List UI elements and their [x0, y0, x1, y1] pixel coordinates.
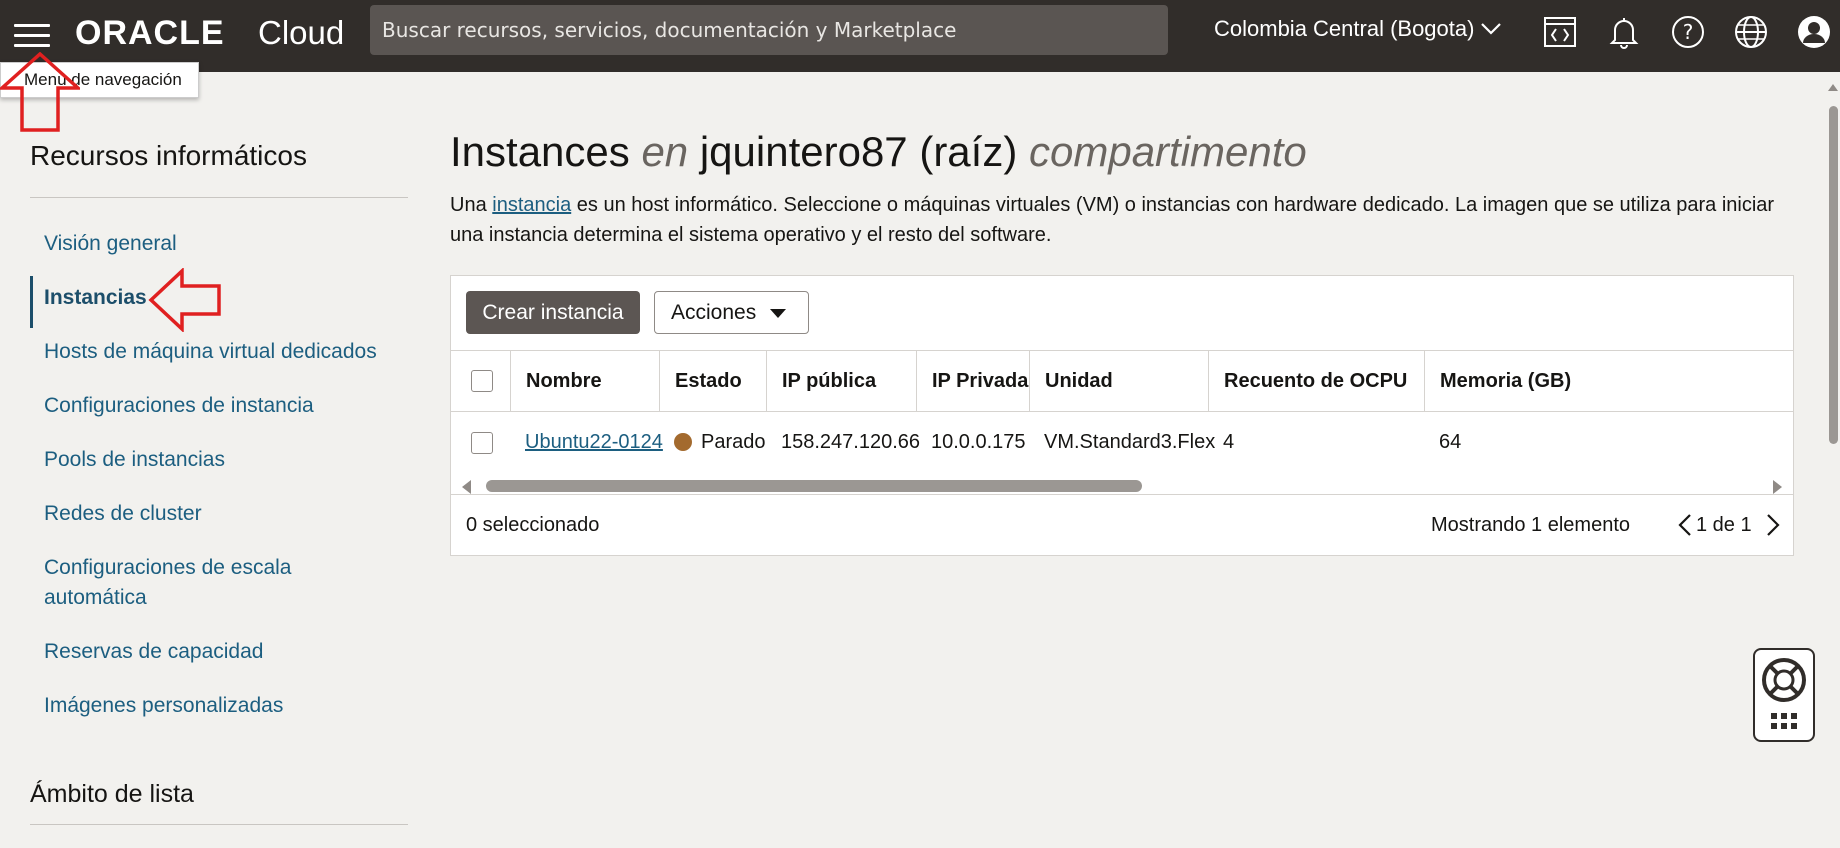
table-header-row: Nombre Estado IP pública IP Privada Unid… — [451, 350, 1793, 412]
top-bar: ORACLE Cloud Buscar recursos, servicios,… — [0, 0, 1840, 72]
create-instance-button[interactable]: Crear instancia — [466, 291, 640, 334]
scope-divider — [30, 824, 408, 825]
table-footer: 0 seleccionado Mostrando 1 elemento 1 de… — [451, 494, 1793, 556]
column-header-status[interactable]: Estado — [659, 351, 766, 411]
page-title: Instances en jquintero87 (raíz) comparti… — [450, 128, 1307, 176]
instance-private-ip: 10.0.0.175 — [931, 431, 1026, 453]
region-label: Colombia Central (Bogota) — [1214, 16, 1475, 41]
lifebuoy-icon — [1762, 658, 1806, 729]
sidebar-active-indicator — [30, 276, 33, 328]
horizontal-scrollbar[interactable] — [451, 474, 1793, 494]
instance-name-cell: Ubuntu22-0124 — [510, 412, 663, 472]
instance-memory: 64 — [1439, 431, 1462, 453]
sidebar-divider — [30, 197, 408, 198]
red-arrow-left-annotation — [148, 268, 221, 332]
instance-doc-link[interactable]: instancia — [492, 194, 571, 216]
user-icon[interactable] — [1796, 14, 1832, 50]
scroll-up-icon[interactable] — [1828, 84, 1838, 91]
instance-shape: VM.Standard3.Flex — [1044, 431, 1216, 453]
page-description: Una instancia es un host informático. Se… — [450, 190, 1790, 250]
sidebar-item-custom-images[interactable]: Imágenes personalizadas — [44, 691, 283, 721]
help-support-widget[interactable] — [1753, 648, 1815, 742]
actions-label: Acciones — [671, 300, 757, 324]
instance-name-link[interactable]: Ubuntu22-0124 — [525, 431, 663, 453]
selected-count: 0 seleccionado — [466, 514, 600, 536]
row-checkbox[interactable] — [471, 432, 493, 454]
title-suffix: compartimento — [1029, 128, 1307, 175]
horizontal-scroll-thumb[interactable] — [486, 480, 1142, 492]
sidebar-item-dedicated-vm-hosts[interactable]: Hosts de máquina virtual dedicados — [44, 337, 377, 367]
column-header-memory[interactable]: Memoria (GB) — [1424, 351, 1594, 411]
table-row: Ubuntu22-0124 Parado 158.247.120.66 10.0… — [451, 412, 1793, 472]
sidebar-item-instance-configurations[interactable]: Configuraciones de instancia — [44, 391, 314, 421]
column-header-name[interactable]: Nombre — [510, 351, 659, 411]
status-stopped-icon — [674, 433, 692, 451]
bell-icon[interactable] — [1606, 14, 1642, 50]
help-icon[interactable]: ? — [1670, 14, 1706, 50]
list-scope-title: Ámbito de lista — [30, 780, 194, 808]
chevron-right-icon[interactable] — [1761, 513, 1783, 537]
sidebar-item-instance-pools[interactable]: Pools de instancias — [44, 445, 225, 475]
region-selector[interactable]: Colombia Central (Bogota) — [1214, 16, 1502, 42]
column-header-public-ip[interactable]: IP pública — [766, 351, 916, 411]
oracle-logo[interactable]: ORACLE — [75, 14, 225, 53]
column-header-ocpu-count[interactable]: Recuento de OCPU — [1208, 351, 1424, 411]
chevron-left-icon[interactable] — [1675, 513, 1697, 537]
actions-menu-button[interactable]: Acciones — [654, 291, 809, 334]
scroll-right-icon[interactable] — [1773, 480, 1782, 494]
chevron-down-icon — [1480, 20, 1502, 41]
desc-after: es un host informático. Seleccione o máq… — [450, 194, 1775, 246]
sidebar-item-cluster-networks[interactable]: Redes de cluster — [44, 499, 202, 529]
desc-before: Una — [450, 194, 487, 216]
sidebar-item-autoscaling-configurations[interactable]: Configuraciones de escala automática — [44, 553, 344, 613]
red-arrow-up-annotation — [0, 52, 80, 132]
code-editor-icon[interactable] — [1542, 14, 1578, 50]
sidebar-item-instances[interactable]: Instancias — [44, 283, 147, 313]
title-compartment: jquintero87 (raíz) — [699, 128, 1018, 175]
sidebar-item-overview[interactable]: Visión general — [44, 229, 177, 259]
column-header-shape[interactable]: Unidad — [1029, 351, 1208, 411]
instances-panel: Crear instancia Acciones Nombre Estado I… — [450, 275, 1794, 556]
showing-count: Mostrando 1 elemento — [1431, 514, 1631, 536]
sidebar: Recursos informáticos Visión general Ins… — [0, 72, 420, 848]
page-vertical-scrollbar[interactable] — [1826, 78, 1840, 848]
column-header-private-ip[interactable]: IP Privada — [916, 351, 1029, 411]
sidebar-title: Recursos informáticos — [30, 140, 307, 171]
scroll-left-icon[interactable] — [462, 480, 471, 494]
search-input[interactable]: Buscar recursos, servicios, documentació… — [370, 5, 1168, 55]
select-all-checkbox[interactable] — [471, 370, 493, 392]
pager-status: 1 de 1 — [1696, 514, 1752, 536]
svg-text:?: ? — [1683, 20, 1694, 44]
title-resource: Instances — [450, 128, 630, 175]
instance-status-cell: Parado — [659, 412, 766, 472]
caret-down-icon — [770, 309, 786, 318]
globe-icon[interactable] — [1733, 14, 1769, 50]
hamburger-menu-icon[interactable] — [14, 18, 50, 54]
vertical-scroll-thumb[interactable] — [1829, 106, 1838, 444]
title-preposition: en — [641, 128, 689, 175]
cloud-logo-text[interactable]: Cloud — [258, 14, 344, 52]
instance-public-ip: 158.247.120.66 — [781, 431, 921, 453]
instance-status: Parado — [701, 431, 766, 453]
instance-ocpu-count: 4 — [1223, 431, 1235, 453]
sidebar-item-capacity-reservations[interactable]: Reservas de capacidad — [44, 637, 263, 667]
